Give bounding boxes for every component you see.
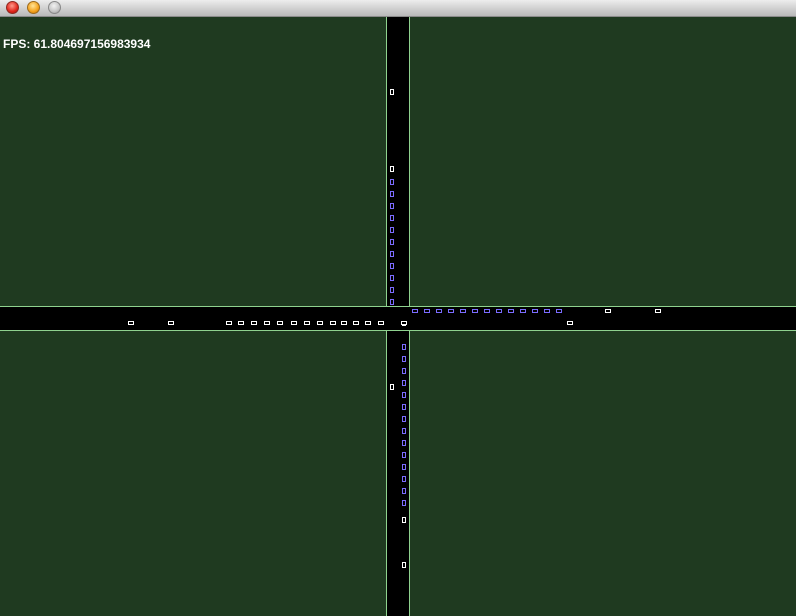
car-moving bbox=[226, 321, 232, 325]
car-waiting bbox=[402, 416, 406, 422]
car-waiting bbox=[390, 179, 394, 185]
car-waiting bbox=[390, 191, 394, 197]
car-moving bbox=[655, 309, 661, 313]
car-waiting bbox=[460, 309, 466, 313]
simulation-canvas: FPS: 61.804697156983934 bbox=[0, 17, 796, 616]
car-moving bbox=[353, 321, 359, 325]
car-moving bbox=[402, 562, 406, 568]
car-waiting bbox=[402, 356, 406, 362]
car-waiting bbox=[484, 309, 490, 313]
car-waiting bbox=[496, 309, 502, 313]
fps-counter: FPS: 61.804697156983934 bbox=[3, 37, 151, 51]
car-moving bbox=[277, 321, 283, 325]
car-waiting bbox=[390, 215, 394, 221]
car-moving bbox=[341, 321, 347, 325]
car-waiting bbox=[390, 239, 394, 245]
car-moving bbox=[168, 321, 174, 325]
car-moving bbox=[378, 321, 384, 325]
intersection bbox=[387, 307, 409, 330]
car-waiting bbox=[424, 309, 430, 313]
car-moving bbox=[390, 89, 394, 95]
car-waiting bbox=[436, 309, 442, 313]
car-waiting bbox=[402, 428, 406, 434]
close-button[interactable] bbox=[6, 1, 19, 14]
car-moving bbox=[304, 321, 310, 325]
car-waiting bbox=[448, 309, 454, 313]
car-waiting bbox=[390, 299, 394, 305]
car-moving bbox=[605, 309, 611, 313]
car-waiting bbox=[520, 309, 526, 313]
car-moving bbox=[390, 166, 394, 172]
car-waiting bbox=[402, 452, 406, 458]
car-waiting bbox=[532, 309, 538, 313]
car-moving bbox=[365, 321, 371, 325]
car-waiting bbox=[402, 380, 406, 386]
car-moving bbox=[264, 321, 270, 325]
car-waiting bbox=[390, 203, 394, 209]
car-waiting bbox=[402, 500, 406, 506]
car-waiting bbox=[402, 344, 406, 350]
car-moving bbox=[291, 321, 297, 325]
car-moving bbox=[317, 321, 323, 325]
car-waiting bbox=[402, 404, 406, 410]
car-waiting bbox=[390, 227, 394, 233]
car-waiting bbox=[556, 309, 562, 313]
car-waiting bbox=[402, 392, 406, 398]
car-moving bbox=[402, 517, 406, 523]
car-waiting bbox=[402, 440, 406, 446]
car-waiting bbox=[402, 368, 406, 374]
zoom-button[interactable] bbox=[48, 1, 61, 14]
car-moving bbox=[330, 321, 336, 325]
car-waiting bbox=[390, 263, 394, 269]
car-moving bbox=[128, 321, 134, 325]
car-waiting bbox=[472, 309, 478, 313]
car-waiting bbox=[544, 309, 550, 313]
minimize-button[interactable] bbox=[27, 1, 40, 14]
car-waiting bbox=[402, 464, 406, 470]
car-moving bbox=[401, 321, 407, 325]
car-waiting bbox=[508, 309, 514, 313]
car-waiting bbox=[402, 488, 406, 494]
car-moving bbox=[238, 321, 244, 325]
car-waiting bbox=[402, 476, 406, 482]
car-waiting bbox=[412, 309, 418, 313]
car-waiting bbox=[390, 287, 394, 293]
window-titlebar bbox=[0, 0, 796, 17]
car-moving bbox=[390, 384, 394, 390]
car-moving bbox=[567, 321, 573, 325]
car-waiting bbox=[390, 251, 394, 257]
car-moving bbox=[251, 321, 257, 325]
car-waiting bbox=[390, 275, 394, 281]
